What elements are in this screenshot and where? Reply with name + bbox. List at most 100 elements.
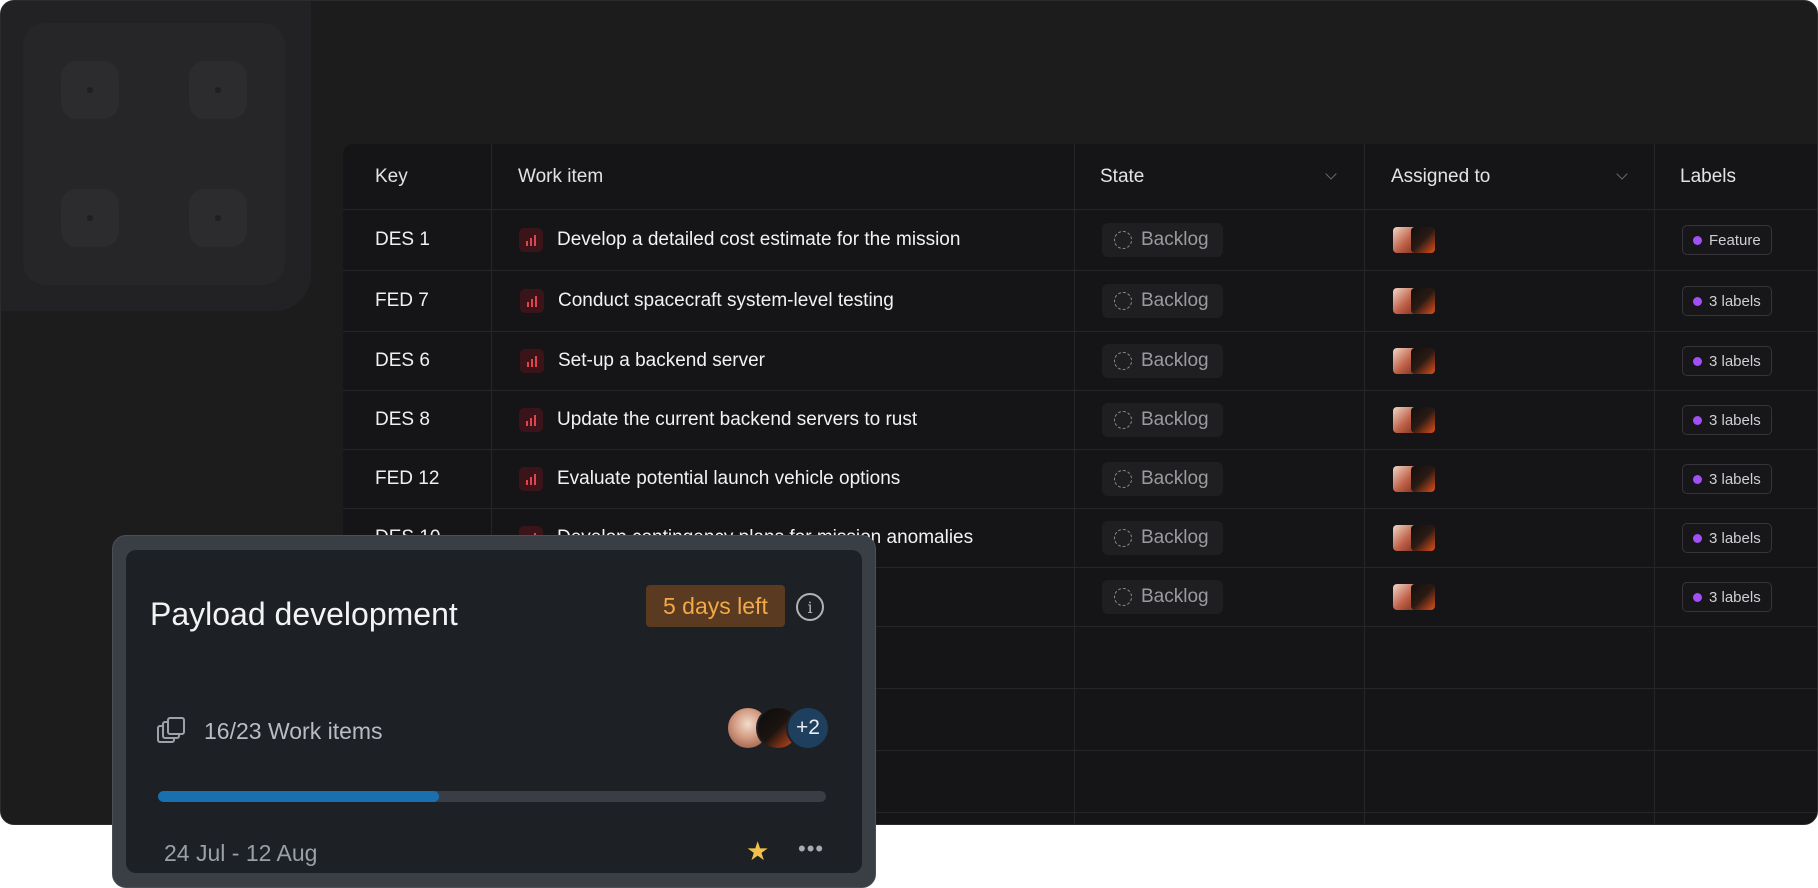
assignees-cell[interactable] (1393, 391, 1435, 449)
label-chip[interactable]: 3 labels (1682, 405, 1772, 435)
signal-bars-icon[interactable] (519, 467, 543, 491)
avatar (1411, 466, 1435, 492)
state-chip[interactable]: Backlog (1102, 403, 1223, 437)
avatar-group[interactable] (1393, 584, 1435, 610)
label-dot-icon (1693, 356, 1702, 366)
state-chip[interactable]: Backlog (1102, 462, 1223, 496)
progress-bar (158, 791, 826, 802)
info-icon[interactable]: i (796, 593, 824, 621)
header-key[interactable]: Key (375, 144, 408, 209)
header-labels[interactable]: Labels (1680, 144, 1736, 209)
state-cell[interactable]: Backlog (1102, 332, 1223, 390)
chevron-down-icon[interactable] (1325, 168, 1337, 180)
table-row[interactable]: DES 8 Update the current backend servers… (343, 391, 1817, 450)
labels-cell[interactable]: 3 labels (1682, 509, 1772, 567)
assignees-cell[interactable] (1393, 450, 1435, 508)
assignees-cell[interactable] (1393, 210, 1435, 270)
avatar-group[interactable] (1393, 525, 1435, 551)
app-dot (61, 61, 119, 119)
avatar (1411, 525, 1435, 551)
state-chip[interactable]: Backlog (1102, 223, 1223, 257)
state-cell[interactable]: Backlog (1102, 450, 1223, 508)
header-state[interactable]: State (1100, 144, 1144, 209)
row-title-cell[interactable]: Evaluate potential launch vehicle option… (519, 450, 900, 508)
row-title-cell[interactable]: Update the current backend servers to ru… (519, 391, 917, 449)
avatar-group[interactable] (1393, 348, 1435, 374)
ellipsis-icon[interactable]: ••• (798, 836, 824, 862)
table-row[interactable]: DES 1 Develop a detailed cost estimate f… (343, 210, 1817, 271)
signal-bars-icon[interactable] (520, 349, 544, 373)
label-chip[interactable]: 3 labels (1682, 346, 1772, 376)
assignee-avatars[interactable]: +2 (726, 706, 830, 750)
labels-cell[interactable]: 3 labels (1682, 271, 1772, 331)
state-chip[interactable]: Backlog (1102, 344, 1223, 378)
row-title-cell[interactable]: Conduct spacecraft system-level testing (520, 271, 894, 331)
avatar (1411, 288, 1435, 314)
avatar (1411, 584, 1435, 610)
state-cell[interactable]: Backlog (1102, 509, 1223, 567)
cycle-card[interactable]: Payload development 5 days left i 16/23 … (126, 550, 862, 873)
app-dot (189, 189, 247, 247)
table-row[interactable]: DES 6 Set-up a backend server Backlog 3 … (343, 332, 1817, 391)
avatar-group[interactable] (1393, 227, 1435, 253)
work-items-count: 16/23 Work items (204, 718, 383, 744)
label-text: 3 labels (1709, 292, 1761, 310)
state-chip[interactable]: Backlog (1102, 580, 1223, 614)
assignees-cell[interactable] (1393, 271, 1435, 331)
label-chip[interactable]: 3 labels (1682, 464, 1772, 494)
header-work-item[interactable]: Work item (518, 144, 603, 209)
avatar-group[interactable] (1393, 288, 1435, 314)
state-label: Backlog (1141, 409, 1209, 430)
label-chip[interactable]: Feature (1682, 225, 1772, 255)
labels-cell[interactable]: 3 labels (1682, 568, 1772, 626)
label-dot-icon (1693, 474, 1702, 484)
state-cell[interactable]: Backlog (1102, 210, 1223, 270)
assignees-cell[interactable] (1393, 332, 1435, 390)
star-icon[interactable]: ★ (746, 836, 769, 867)
label-text: 3 labels (1709, 352, 1761, 370)
backlog-dashed-circle-icon (1114, 292, 1132, 310)
label-chip[interactable]: 3 labels (1682, 286, 1772, 316)
assignees-cell[interactable] (1393, 568, 1435, 626)
state-label: Backlog (1141, 229, 1209, 250)
state-cell[interactable]: Backlog (1102, 568, 1223, 626)
label-text: 3 labels (1709, 411, 1761, 429)
label-chip[interactable]: 3 labels (1682, 523, 1772, 553)
avatar-group[interactable] (1393, 407, 1435, 433)
avatar-group[interactable] (1393, 466, 1435, 492)
backlog-dashed-circle-icon (1114, 231, 1132, 249)
backlog-dashed-circle-icon (1114, 352, 1132, 370)
state-chip[interactable]: Backlog (1102, 284, 1223, 318)
label-chip[interactable]: 3 labels (1682, 582, 1772, 612)
row-title: Update the current backend servers to ru… (557, 409, 918, 430)
labels-cell[interactable]: 3 labels (1682, 332, 1772, 390)
table-row[interactable]: FED 7 Conduct spacecraft system-level te… (343, 271, 1817, 332)
table-row[interactable]: FED 12 Evaluate potential launch vehicle… (343, 450, 1817, 509)
labels-cell[interactable]: 3 labels (1682, 391, 1772, 449)
row-title: Set-up a backend server (558, 350, 766, 371)
state-cell[interactable]: Backlog (1102, 271, 1223, 331)
signal-bars-icon[interactable] (520, 289, 544, 313)
row-title: Evaluate potential launch vehicle option… (557, 468, 901, 489)
labels-cell[interactable]: 3 labels (1682, 450, 1772, 508)
row-title-cell[interactable]: Set-up a backend server (520, 332, 765, 390)
label-dot-icon (1693, 296, 1702, 306)
state-cell[interactable]: Backlog (1102, 391, 1223, 449)
row-title: Conduct spacecraft system-level testing (558, 290, 894, 311)
state-chip[interactable]: Backlog (1102, 521, 1223, 555)
signal-bars-icon[interactable] (519, 228, 543, 252)
label-dot-icon (1693, 592, 1702, 602)
label-text: 3 labels (1709, 588, 1761, 606)
labels-cell[interactable]: Feature (1682, 210, 1772, 270)
assignees-cell[interactable] (1393, 509, 1435, 567)
signal-bars-icon[interactable] (519, 408, 543, 432)
avatar (1411, 407, 1435, 433)
label-text: Feature (1709, 231, 1761, 249)
header-assigned-to[interactable]: Assigned to (1391, 144, 1490, 209)
state-label: Backlog (1141, 468, 1209, 489)
row-title-cell[interactable]: Develop a detailed cost estimate for the… (519, 210, 960, 270)
app-launcher-tile[interactable] (1, 1, 311, 311)
chevron-down-icon[interactable] (1616, 168, 1628, 180)
label-dot-icon (1693, 415, 1702, 425)
state-label: Backlog (1141, 350, 1209, 371)
